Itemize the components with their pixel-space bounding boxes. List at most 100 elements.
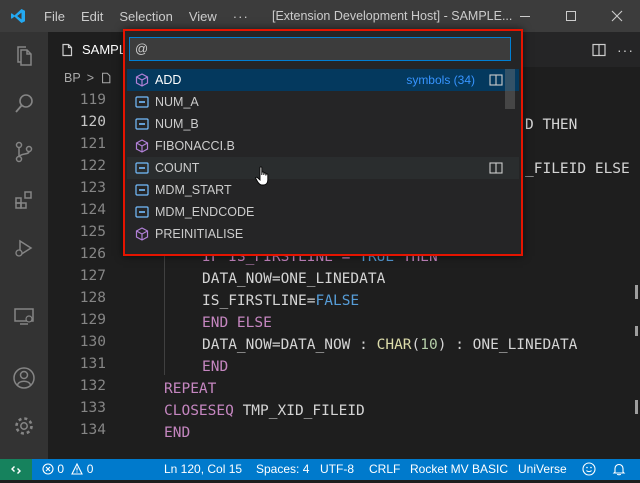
account-icon[interactable] [0, 354, 48, 402]
list-item-label: PREINITIALISE [155, 227, 244, 241]
menu-view[interactable]: View [181, 0, 225, 32]
line-number: 124 [79, 202, 106, 218]
scrollbar-marker [635, 326, 638, 336]
remote-indicator[interactable] [0, 459, 32, 480]
list-item[interactable]: PREINITIALISE [127, 223, 519, 245]
maximize-icon [566, 11, 576, 21]
more-actions-icon[interactable]: ··· [617, 42, 634, 58]
run-debug-icon[interactable] [0, 224, 48, 272]
minimize-icon [520, 16, 530, 17]
line-number: 133 [79, 400, 106, 416]
variable-icon [135, 205, 149, 219]
list-item[interactable]: MDM_ENDCODE [127, 201, 519, 223]
breadcrumb-separator: > [86, 71, 94, 85]
open-to-side-icon[interactable] [489, 74, 503, 86]
title-bar: File Edit Selection View ··· [Extension … [0, 0, 640, 32]
open-to-side-icon[interactable] [489, 162, 503, 174]
activity-bar [0, 32, 48, 459]
code-line-130: DATA_NOW=DATA_NOW : CHAR(10) : ONE_LINED… [202, 337, 578, 353]
list-item[interactable]: ADD symbols (34) [127, 69, 519, 91]
variable-icon [135, 183, 149, 197]
line-number: 122 [79, 158, 106, 174]
line-number: 119 [79, 92, 106, 108]
quick-pick-scrollbar[interactable] [505, 69, 515, 109]
method-cube-icon [135, 227, 149, 241]
status-bar: 0 0 Ln 120, Col 15 Spaces: 4 UTF-8 CRLF … [0, 459, 640, 480]
code-line-127: DATA_NOW=ONE_LINEDATA [202, 271, 386, 287]
menu-edit[interactable]: Edit [73, 0, 111, 32]
server-type[interactable]: UniVerse [518, 459, 567, 480]
line-number: 131 [79, 356, 106, 372]
close-window-button[interactable] [594, 0, 640, 32]
variable-icon [135, 117, 149, 131]
line-number-active: 120 [79, 114, 106, 130]
line-number: 129 [79, 312, 106, 328]
code-line-128: IS_FIRSTLINE=FALSE [202, 293, 360, 309]
code-line-129: END ELSE [202, 315, 272, 331]
split-editor-icon[interactable] [591, 42, 607, 58]
remote-icon [11, 465, 21, 474]
quick-pick-input[interactable]: @ [129, 37, 511, 61]
symbols-count: symbols (34) [406, 73, 475, 87]
list-item[interactable]: NUM_A [127, 91, 519, 113]
line-number: 126 [79, 246, 106, 262]
cursor-position[interactable]: Ln 120, Col 15 [164, 459, 242, 480]
line-number: 134 [79, 422, 106, 438]
hand-cursor-icon [255, 166, 271, 191]
search-icon[interactable] [0, 80, 48, 128]
list-item-label: MDM_ENDCODE [155, 205, 255, 219]
line-number: 121 [79, 136, 106, 152]
list-item-label: NUM_A [155, 95, 199, 109]
list-item[interactable]: COUNT [127, 157, 519, 179]
line-number: 128 [79, 290, 106, 306]
code-line-133: CLOSESEQ TMP_XID_FILEID [164, 403, 365, 419]
list-item-label: ADD [155, 73, 182, 87]
variable-icon [135, 95, 149, 109]
error-icon [42, 463, 54, 475]
line-number: 132 [79, 378, 106, 394]
explorer-icon[interactable] [0, 32, 48, 80]
code-line-131: END [202, 359, 229, 375]
quick-pick-symbols: @ ADD symbols (34) NUM_A NUM_B FIBONACCI… [123, 29, 523, 256]
remote-explorer-icon[interactable] [0, 292, 48, 340]
editor-actions: ··· [591, 32, 634, 67]
tab-label: SAMPL [82, 42, 127, 57]
list-item[interactable]: MDM_START [127, 179, 519, 201]
line-number: 130 [79, 334, 106, 350]
menu-more[interactable]: ··· [225, 0, 257, 32]
list-item-label: FIBONACCI.B [155, 139, 235, 153]
variable-icon [135, 161, 149, 175]
list-item[interactable]: FIBONACCI.B [127, 135, 519, 157]
warning-icon [71, 462, 84, 475]
maximize-button[interactable] [548, 0, 594, 32]
source-control-icon[interactable] [0, 128, 48, 176]
list-item[interactable]: NUM_B [127, 113, 519, 135]
language-mode[interactable]: Rocket MV BASIC [410, 459, 508, 480]
gear-icon[interactable] [0, 402, 48, 450]
file-icon [102, 72, 111, 84]
symbol-list: ADD symbols (34) NUM_A NUM_B FIBONACCI.B [127, 69, 519, 245]
line-number-gutter: 119 120 121 122 123 124 125 126 127 128 … [48, 89, 106, 441]
code-line-120: D THEN [525, 117, 578, 133]
minimize-button[interactable] [502, 0, 548, 32]
menu-file[interactable]: File [36, 0, 73, 32]
menu-selection[interactable]: Selection [111, 0, 180, 32]
vscode-logo-icon [0, 0, 36, 32]
indentation[interactable]: Spaces: 4 [256, 459, 309, 480]
breadcrumb-root[interactable]: BP [64, 71, 81, 85]
warning-count: 0 [86, 462, 94, 476]
encoding[interactable]: UTF-8 [320, 459, 354, 480]
code-line-132: REPEAT [164, 381, 217, 397]
close-icon [611, 10, 623, 22]
code-line-134: END [164, 425, 191, 441]
end-of-line[interactable]: CRLF [369, 459, 400, 480]
method-cube-icon [135, 139, 149, 153]
line-number: 123 [79, 180, 106, 196]
file-icon [62, 43, 73, 56]
extensions-icon[interactable] [0, 176, 48, 224]
code-line-122: _FILEID ELSE [525, 161, 630, 177]
indent-guide [164, 243, 165, 375]
problems-indicator[interactable]: 0 0 [42, 459, 93, 480]
error-count: 0 [57, 462, 65, 476]
window-title: [Extension Development Host] - SAMPLE... [272, 9, 513, 23]
